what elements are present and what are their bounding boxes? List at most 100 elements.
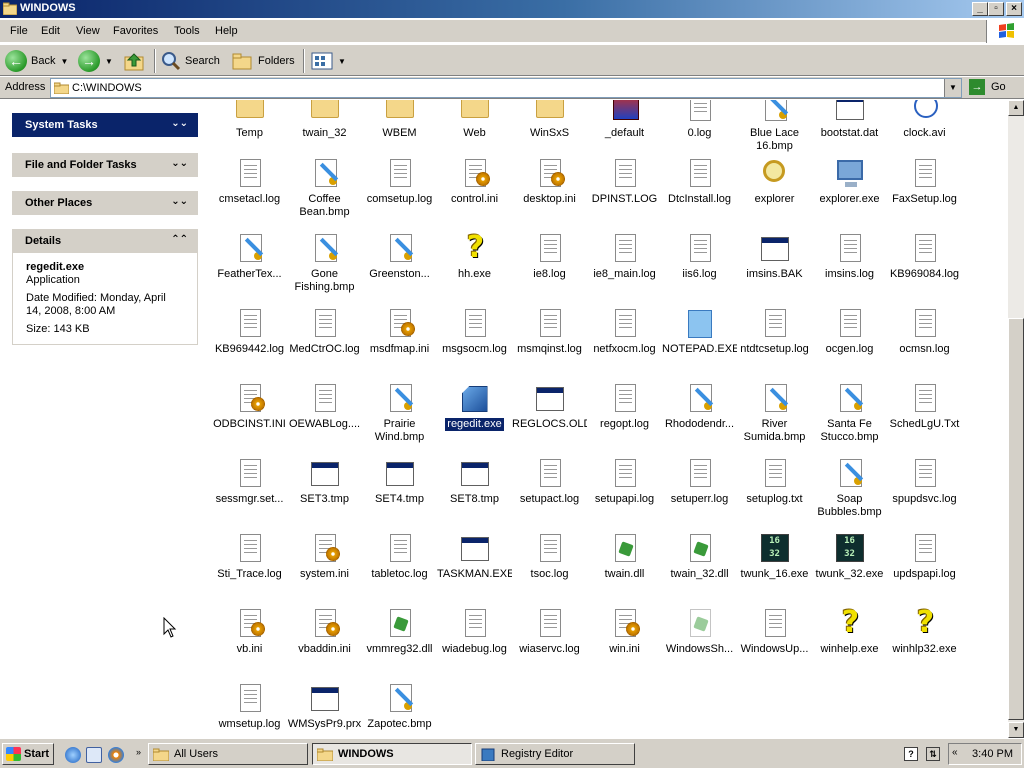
folders-button[interactable]: Folders	[232, 49, 295, 73]
media-player-icon[interactable]	[108, 747, 124, 763]
file-item[interactable]: setupact.log	[512, 458, 587, 506]
start-button[interactable]: Start	[2, 743, 54, 765]
file-item[interactable]: setupapi.log	[587, 458, 662, 506]
file-item[interactable]: WinSxS	[512, 100, 587, 140]
file-item[interactable]: WindowsUp...	[737, 608, 812, 656]
internet-explorer-icon[interactable]	[65, 747, 81, 763]
address-value[interactable]: C:\WINDOWS	[72, 82, 142, 94]
menu-help[interactable]: Help	[215, 25, 238, 37]
show-desktop-icon[interactable]	[86, 747, 102, 763]
file-item[interactable]: cmsetacl.log	[212, 158, 287, 206]
file-item[interactable]: sessmgr.set...	[212, 458, 287, 506]
minimize-button[interactable]: _	[972, 2, 988, 16]
file-item[interactable]: ODBCINST.INI	[212, 383, 287, 431]
menu-favorites[interactable]: Favorites	[113, 25, 158, 37]
other-places-header[interactable]: Other Places ⌄⌄	[12, 191, 198, 215]
file-item[interactable]: updspapi.log	[887, 533, 962, 581]
file-item[interactable]: ie8_main.log	[587, 233, 662, 281]
help-tray-icon[interactable]: ?	[904, 747, 918, 761]
file-item[interactable]: msmqinst.log	[512, 308, 587, 356]
file-item[interactable]: FaxSetup.log	[887, 158, 962, 206]
file-item[interactable]: Sti_Trace.log	[212, 533, 287, 581]
file-item[interactable]: Rhododendr...	[662, 383, 737, 431]
file-item[interactable]: ntdtcsetup.log	[737, 308, 812, 356]
file-item[interactable]: Blue Lace 16.bmp	[737, 100, 812, 153]
file-item[interactable]: 16 32 twunk_32.exe	[812, 533, 887, 581]
file-item[interactable]: netfxocm.log	[587, 308, 662, 356]
file-item[interactable]: Zapotec.bmp	[362, 683, 437, 731]
chevron-up-icon[interactable]: ⌃⌃	[171, 234, 188, 245]
file-item[interactable]: KB969442.log	[212, 308, 287, 356]
chevron-right-icon[interactable]: »	[136, 747, 141, 757]
file-item[interactable]: twain_32.dll	[662, 533, 737, 581]
chevron-down-icon[interactable]: ▼	[60, 57, 68, 66]
file-item[interactable]: ocmsn.log	[887, 308, 962, 356]
search-button[interactable]: Search	[161, 49, 220, 73]
file-item[interactable]: SchedLgU.Txt	[887, 383, 962, 431]
file-item[interactable]: SET8.tmp	[437, 458, 512, 506]
menu-file[interactable]: File	[10, 25, 28, 37]
file-item[interactable]: Web	[437, 100, 512, 140]
back-button[interactable]: ← Back ▼	[5, 49, 68, 73]
file-item[interactable]: control.ini	[437, 158, 512, 206]
file-item[interactable]: KB969084.log	[887, 233, 962, 281]
forward-button[interactable]: → ▼	[78, 49, 113, 73]
file-item[interactable]: ? winhlp32.exe	[887, 608, 962, 656]
address-field[interactable]: C:\WINDOWS ▼	[50, 78, 962, 98]
taskbar-button-windows[interactable]: WINDOWS	[312, 743, 472, 765]
file-item[interactable]: ocgen.log	[812, 308, 887, 356]
title-bar[interactable]: WINDOWS _ ▫ ×	[0, 0, 1024, 18]
file-item[interactable]: explorer.exe	[812, 158, 887, 206]
file-item[interactable]: imsins.log	[812, 233, 887, 281]
file-item[interactable]: Temp	[212, 100, 287, 140]
file-item[interactable]: NOTEPAD.EXE	[662, 308, 737, 356]
details-header[interactable]: Details ⌃⌃	[12, 229, 198, 253]
file-item[interactable]: imsins.BAK	[737, 233, 812, 281]
file-item[interactable]: desktop.ini	[512, 158, 587, 206]
file-item[interactable]: vmmreg32.dll	[362, 608, 437, 656]
file-item[interactable]: OEWABLog....	[287, 383, 362, 431]
up-folder-button[interactable]	[124, 49, 146, 73]
file-item[interactable]: win.ini	[587, 608, 662, 656]
file-item[interactable]: 0.log	[662, 100, 737, 140]
maximize-button[interactable]: ▫	[988, 2, 1004, 16]
file-item[interactable]: tsoc.log	[512, 533, 587, 581]
taskbar-button-registry-editor[interactable]: Registry Editor	[475, 743, 635, 765]
file-item[interactable]: Prairie Wind.bmp	[362, 383, 437, 444]
file-item[interactable]: vb.ini	[212, 608, 287, 656]
close-button[interactable]: ×	[1006, 2, 1022, 16]
taskbar-button-all-users[interactable]: All Users	[148, 743, 308, 765]
chevron-down-icon[interactable]: ⌄⌄	[171, 118, 188, 129]
file-item[interactable]: regopt.log	[587, 383, 662, 431]
views-button[interactable]: ▼	[311, 49, 346, 73]
file-item[interactable]: Gone Fishing.bmp	[287, 233, 362, 294]
chevron-down-icon[interactable]: ▼	[105, 57, 113, 66]
file-list-view[interactable]: Temp twain_32 WBEM Web WinSxS _default 0.log Bl…	[208, 100, 1008, 738]
file-item[interactable]: spupdsvc.log	[887, 458, 962, 506]
file-folder-tasks-header[interactable]: File and Folder Tasks ⌄⌄	[12, 153, 198, 177]
file-item[interactable]: twain_32	[287, 100, 362, 140]
system-tasks-header[interactable]: System Tasks ⌄⌄	[12, 113, 198, 137]
menu-tools[interactable]: Tools	[174, 25, 200, 37]
network-tray-icon[interactable]: ⇅	[926, 747, 940, 761]
file-item[interactable]: WBEM	[362, 100, 437, 140]
file-item[interactable]: iis6.log	[662, 233, 737, 281]
scroll-up-button[interactable]: ▲	[1008, 100, 1024, 116]
file-item[interactable]: ie8.log	[512, 233, 587, 281]
file-item[interactable]: clock.avi	[887, 100, 962, 140]
file-item[interactable]: regedit.exe	[437, 383, 512, 434]
file-item[interactable]: Greenston...	[362, 233, 437, 281]
file-item[interactable]: wiaservc.log	[512, 608, 587, 656]
menu-view[interactable]: View	[76, 25, 100, 37]
file-item[interactable]: Santa Fe Stucco.bmp	[812, 383, 887, 444]
file-item[interactable]: msgsocm.log	[437, 308, 512, 356]
file-item[interactable]: Soap Bubbles.bmp	[812, 458, 887, 519]
file-item[interactable]: twain.dll	[587, 533, 662, 581]
chevron-down-icon[interactable]: ⌄⌄	[171, 158, 188, 169]
file-item[interactable]: ? hh.exe	[437, 233, 512, 281]
file-item[interactable]: River Sumida.bmp	[737, 383, 812, 444]
file-item[interactable]: DtcInstall.log	[662, 158, 737, 206]
file-item[interactable]: TASKMAN.EXE	[437, 533, 512, 581]
menu-edit[interactable]: Edit	[41, 25, 60, 37]
file-item[interactable]: ? winhelp.exe	[812, 608, 887, 656]
